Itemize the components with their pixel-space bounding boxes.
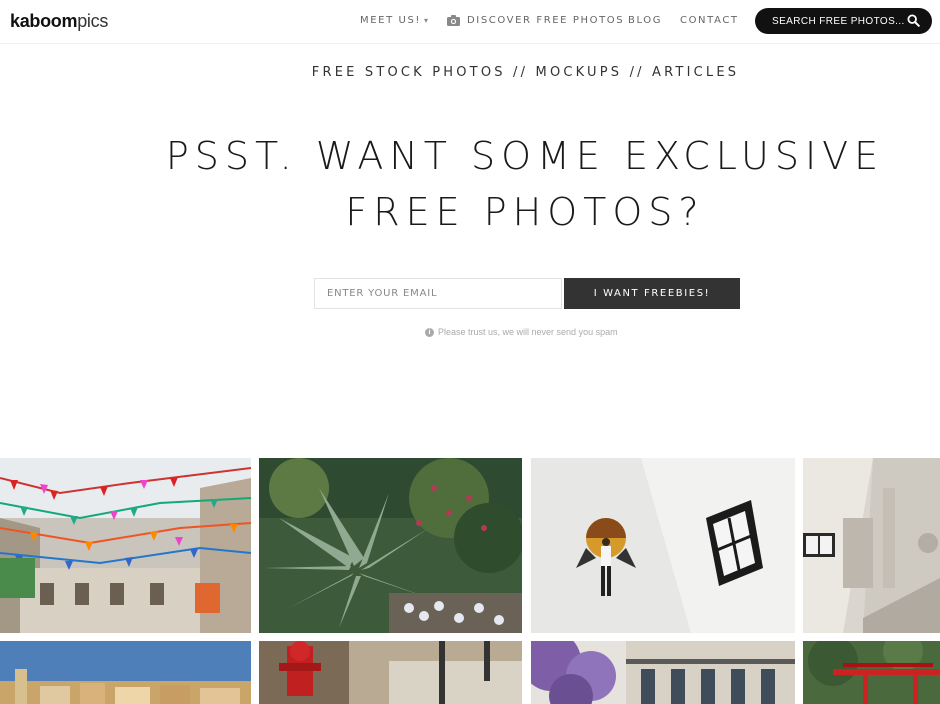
photo-white-wall-mural[interactable] xyxy=(531,458,795,633)
camera-icon xyxy=(447,15,460,26)
coastal-town-image xyxy=(0,641,251,704)
nav-contact[interactable]: CONTACT xyxy=(680,15,739,26)
photo-jacaranda-building[interactable] xyxy=(531,641,795,704)
site-logo[interactable]: kaboompics xyxy=(10,11,108,32)
want-freebies-button[interactable]: I WANT FREEBIES! xyxy=(564,278,740,309)
info-icon: i xyxy=(425,327,434,337)
nav-blog[interactable]: BLOG xyxy=(628,15,662,26)
logo-text-bold: kaboom xyxy=(10,11,78,31)
logo-text-light: pics xyxy=(77,11,109,31)
jacaranda-building-image xyxy=(531,641,795,704)
photo-baroque-facade[interactable] xyxy=(803,458,940,633)
search-button-label: SEARCH FREE PHOTOS... xyxy=(772,15,905,27)
site-tagline: FREE STOCK PHOTOS // MOCKUPS // ARTICLES xyxy=(311,65,740,80)
search-button[interactable]: SEARCH FREE PHOTOS... xyxy=(755,8,932,34)
photo-red-pergola[interactable] xyxy=(803,641,940,704)
photo-red-hydrant[interactable] xyxy=(259,641,522,704)
photo-agave-plant[interactable] xyxy=(259,458,522,633)
red-hydrant-image xyxy=(259,641,522,704)
hero-headline: PSST. WANT SOME EXCLUSIVE FREE PHOTOS? xyxy=(165,134,885,234)
chevron-down-icon: ▾ xyxy=(424,16,430,25)
photo-coastal-town[interactable] xyxy=(0,641,251,704)
red-pergola-image xyxy=(803,641,940,704)
nav-discover-free-photos[interactable]: DISCOVER FREE PHOTOS xyxy=(447,15,624,26)
baroque-facade-image xyxy=(803,458,940,633)
agave-plant-image xyxy=(259,458,522,633)
spam-note: i Please trust us, we will never send yo… xyxy=(425,327,618,337)
site-header: kaboompics MEET US! ▾ DISCOVER FREE PHOTO… xyxy=(0,0,940,44)
nav-meet-us[interactable]: MEET US! ▾ xyxy=(360,15,430,26)
spam-note-text: Please trust us, we will never send you … xyxy=(438,327,618,337)
nav-meet-us-label: MEET US! xyxy=(360,15,422,26)
street-bunting-image xyxy=(0,458,251,633)
photo-street-bunting[interactable] xyxy=(0,458,251,633)
email-input[interactable]: ENTER YOUR EMAIL xyxy=(314,278,562,309)
white-wall-mural-image xyxy=(531,458,795,633)
nav-discover-label: DISCOVER FREE PHOTOS xyxy=(467,15,625,26)
search-icon xyxy=(907,14,920,27)
